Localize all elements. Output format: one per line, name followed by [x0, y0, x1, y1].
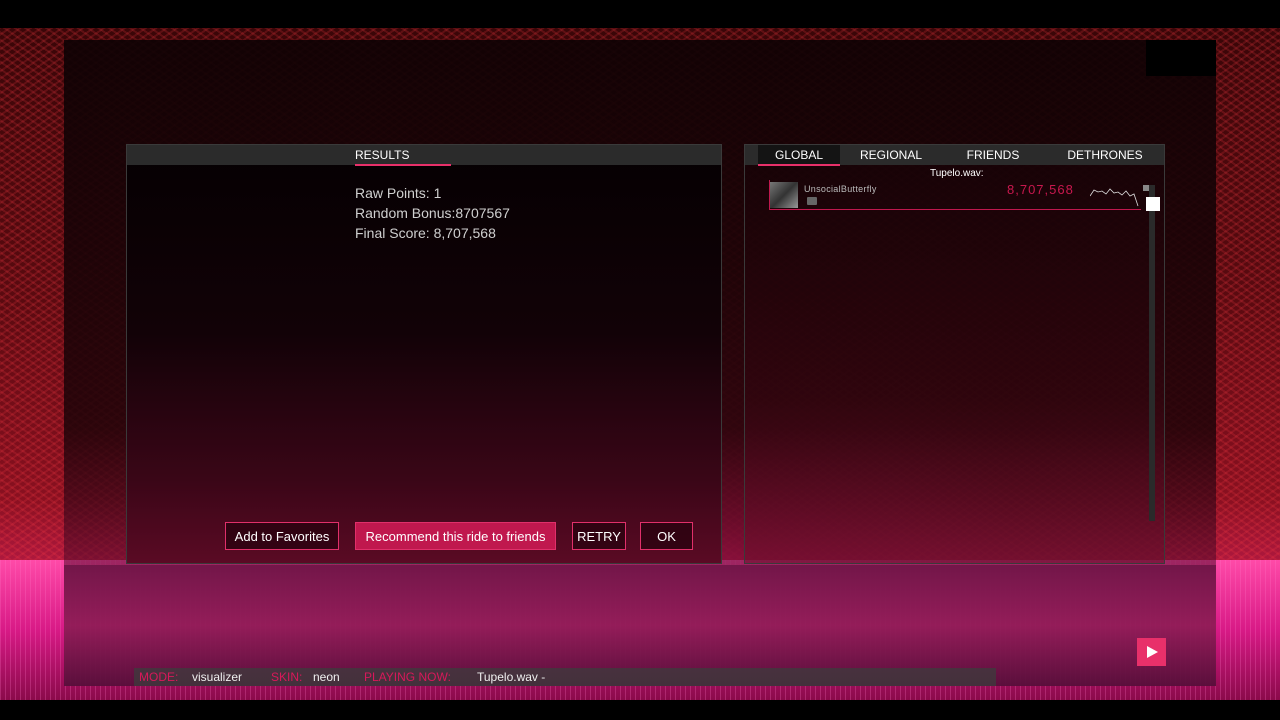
- play-icon: [1146, 646, 1158, 658]
- results-header: [127, 145, 721, 165]
- raw-points: Raw Points: 1: [355, 185, 442, 201]
- tab-global-underline: [758, 164, 840, 166]
- scrollbar-track[interactable]: [1149, 185, 1155, 521]
- final-score: Final Score: 8,707,568: [355, 225, 496, 241]
- player-score: 8,707,568: [1007, 182, 1074, 197]
- results-panel: RESULTS Raw Points: 1 Random Bonus:87075…: [126, 144, 722, 564]
- recommend-button[interactable]: Recommend this ride to friends: [355, 522, 556, 550]
- play-button[interactable]: [1137, 638, 1166, 666]
- playing-value: Tupelo.wav -: [477, 670, 546, 684]
- track-sparkline: [1090, 188, 1139, 207]
- status-bar: MODE: visualizer SKIN: neon PLAYING NOW:…: [134, 668, 996, 686]
- tab-results-underline: [355, 164, 451, 166]
- mode-label: MODE:: [139, 670, 179, 684]
- tab-friends[interactable]: FRIENDS: [952, 148, 1034, 162]
- ok-button[interactable]: OK: [640, 522, 693, 550]
- tab-dethrones[interactable]: DETHRONES: [1055, 148, 1155, 162]
- tab-global[interactable]: GLOBAL: [758, 148, 840, 162]
- skin-label: SKIN:: [271, 670, 303, 684]
- avatar: [770, 182, 798, 208]
- skin-value: neon: [313, 670, 340, 684]
- player-name: UnsocialButterfly: [804, 184, 877, 194]
- leaderboard-entry[interactable]: UnsocialButterfly 8,707,568: [769, 180, 1141, 210]
- leaderboard-panel: GLOBAL REGIONAL FRIENDS DETHRONES Tupelo…: [744, 144, 1165, 564]
- add-to-favorites-button[interactable]: Add to Favorites: [225, 522, 339, 550]
- tab-regional[interactable]: REGIONAL: [850, 148, 932, 162]
- random-bonus: Random Bonus:8707567: [355, 205, 510, 221]
- scrollbar-thumb[interactable]: [1146, 197, 1160, 211]
- corner-block: [1146, 40, 1216, 76]
- mode-value: visualizer: [192, 670, 243, 684]
- playing-label: PLAYING NOW:: [364, 670, 451, 684]
- tab-results[interactable]: RESULTS: [355, 148, 409, 162]
- results-stats: Raw Points: 1 Random Bonus:8707567 Final…: [355, 183, 510, 243]
- badge-icon: [807, 197, 817, 205]
- song-title: Tupelo.wav:: [930, 168, 984, 179]
- retry-button[interactable]: RETRY: [572, 522, 626, 550]
